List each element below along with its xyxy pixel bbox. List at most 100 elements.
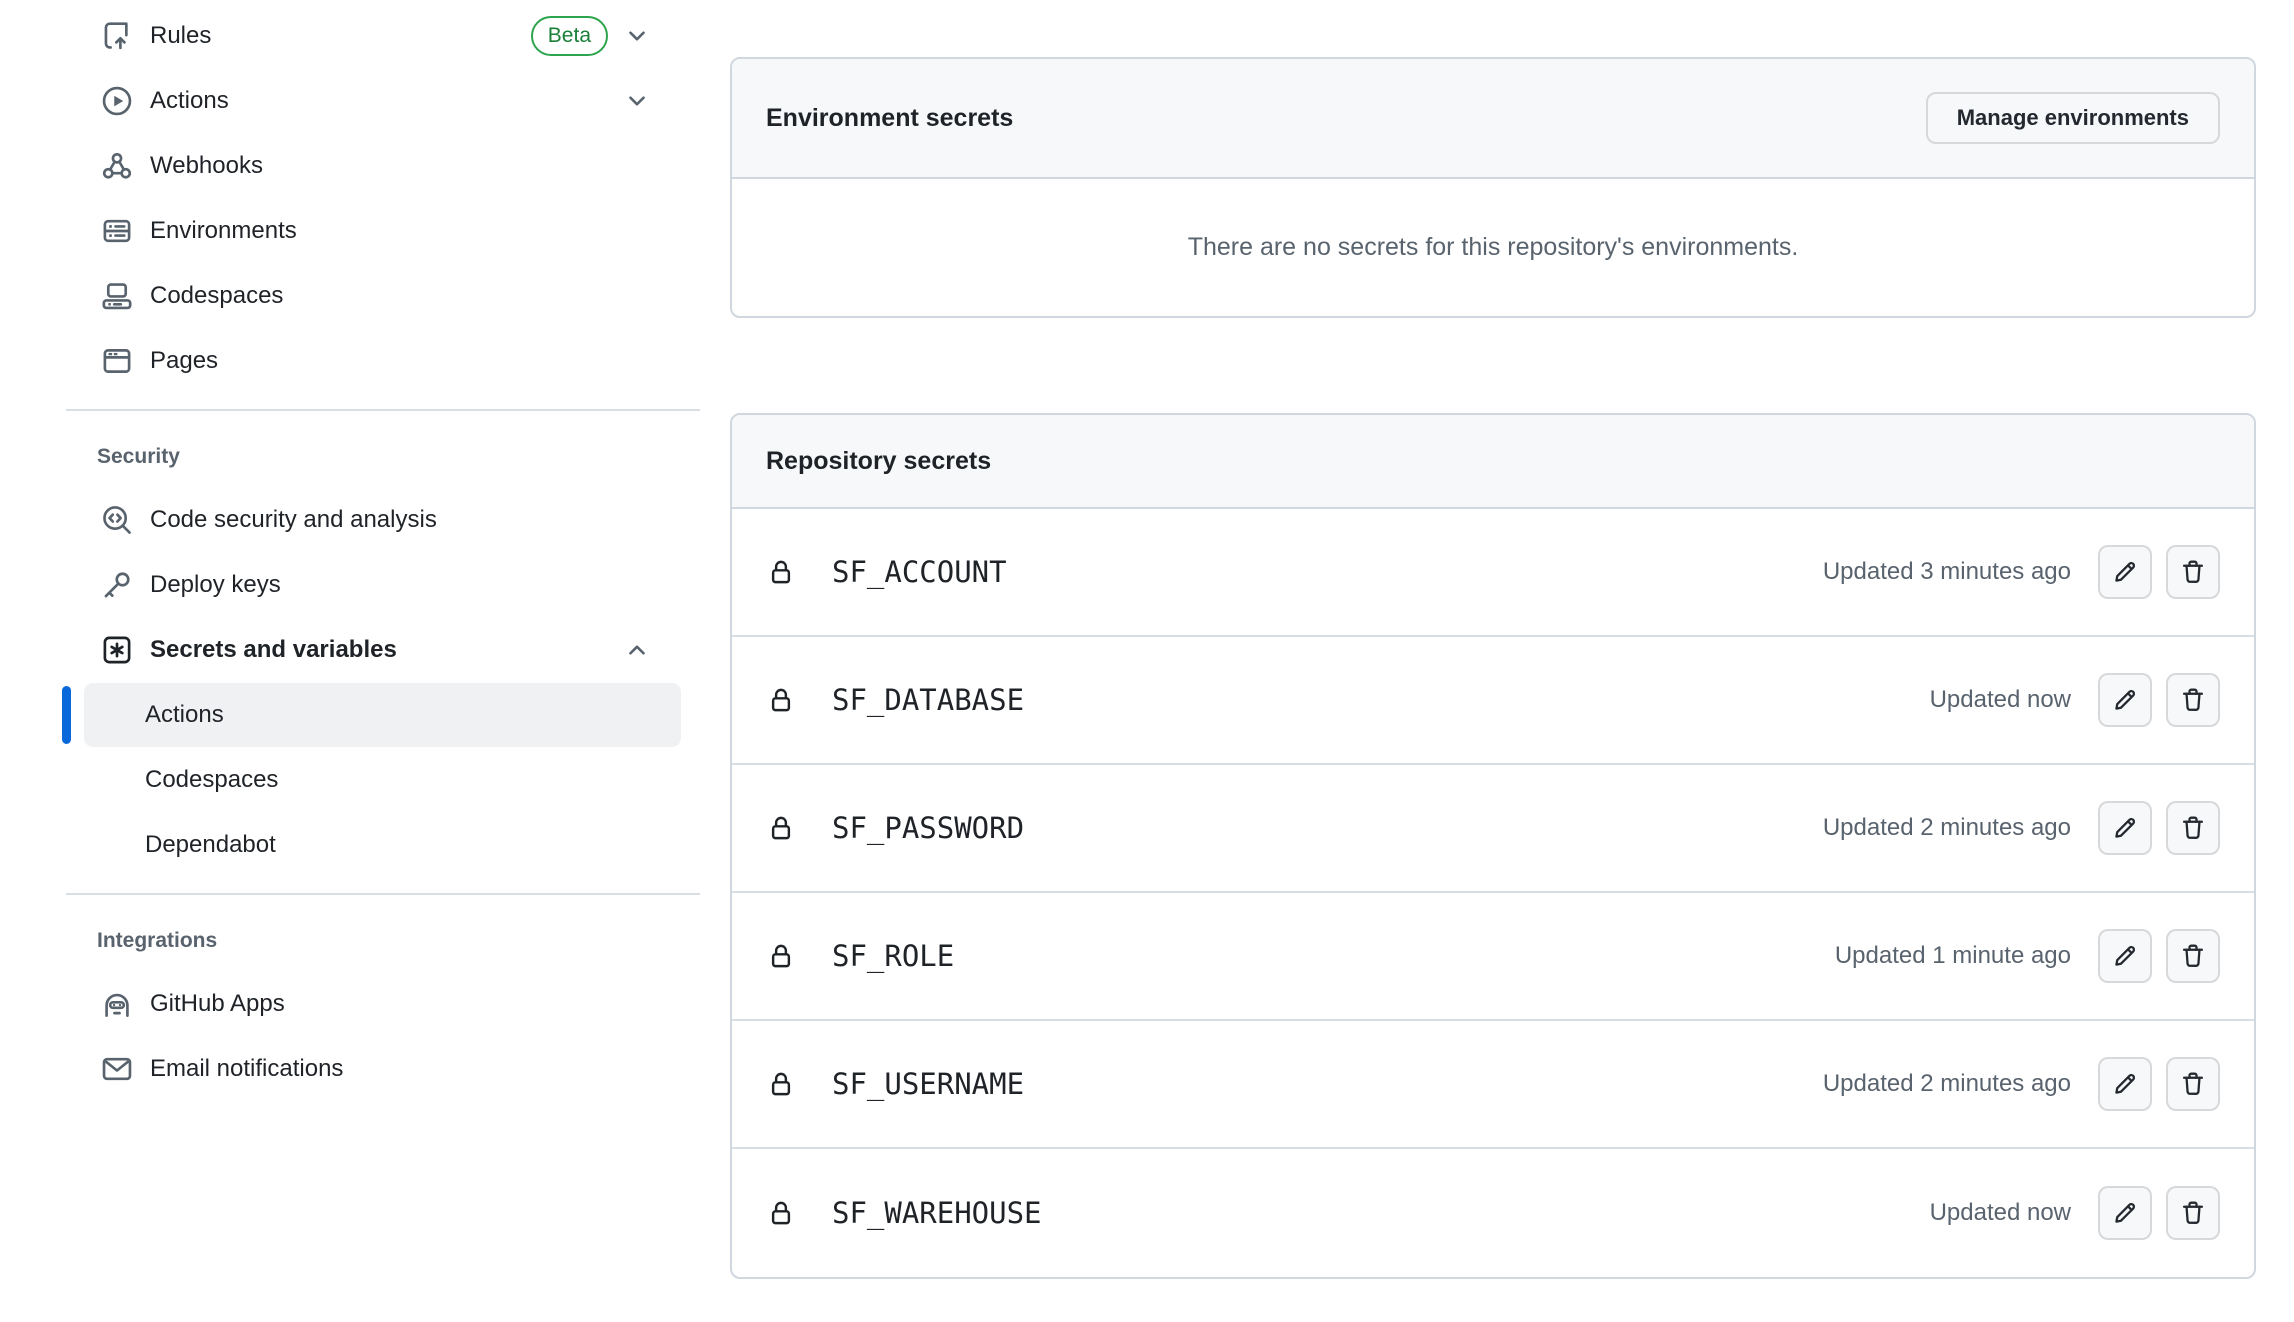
sidebar-item-actions[interactable]: Actions — [0, 68, 700, 133]
lock-icon — [766, 684, 796, 716]
secret-name: SF_DATABASE — [832, 683, 1024, 717]
lock-icon — [766, 556, 796, 588]
secret-updated: Updated 2 minutes ago — [1823, 1070, 2071, 1098]
sidebar-item-webhooks[interactable]: Webhooks — [0, 133, 700, 198]
sidebar-item-deploy-keys[interactable]: Deploy keys — [0, 552, 700, 617]
delete-secret-button[interactable] — [2166, 545, 2220, 599]
sidebar-subitem-dependabot[interactable]: Dependabot — [84, 813, 681, 877]
pencil-icon — [2111, 814, 2139, 842]
pencil-icon — [2111, 942, 2139, 970]
secret-updated: Updated now — [1930, 1199, 2071, 1227]
codespaces-icon — [100, 279, 134, 313]
trash-icon — [2179, 1199, 2207, 1227]
sidebar-divider — [66, 893, 700, 895]
sidebar-item-code-security[interactable]: Code security and analysis — [0, 487, 700, 552]
code-scan-icon — [100, 503, 134, 537]
trash-icon — [2179, 814, 2207, 842]
sidebar-item-label: Pages — [150, 347, 218, 375]
sidebar-item-label: Email notifications — [150, 1055, 343, 1083]
secret-updated: Updated now — [1930, 686, 2071, 714]
delete-secret-button[interactable] — [2166, 673, 2220, 727]
secret-name: SF_WAREHOUSE — [832, 1196, 1042, 1230]
sidebar-item-email-notifications[interactable]: Email notifications — [0, 1036, 700, 1101]
repository-secrets-header: Repository secrets — [732, 415, 2254, 509]
hubot-icon — [100, 987, 134, 1021]
manage-environments-button[interactable]: Manage environments — [1926, 92, 2220, 144]
secret-row: SF_WAREHOUSE Updated now — [732, 1149, 2254, 1277]
browser-icon — [100, 344, 134, 378]
trash-icon — [2179, 942, 2207, 970]
server-icon — [100, 214, 134, 248]
mail-icon — [100, 1052, 134, 1086]
sidebar-item-label: Codespaces — [150, 282, 283, 310]
sidebar-item-secrets-variables[interactable]: Secrets and variables — [0, 617, 700, 682]
pencil-icon — [2111, 686, 2139, 714]
sidebar-item-github-apps[interactable]: GitHub Apps — [0, 971, 700, 1036]
edit-secret-button[interactable] — [2098, 1186, 2152, 1240]
play-icon — [100, 84, 134, 118]
sidebar-item-label: Rules — [150, 22, 211, 50]
rules-icon — [100, 19, 134, 53]
sidebar-item-label: Secrets and variables — [150, 636, 397, 664]
lock-icon — [766, 1197, 796, 1229]
trash-icon — [2179, 686, 2207, 714]
lock-icon — [766, 812, 796, 844]
beta-badge: Beta — [531, 16, 608, 56]
edit-secret-button[interactable] — [2098, 545, 2152, 599]
settings-main: Environment secrets Manage environments … — [730, 57, 2256, 1279]
secret-row: SF_USERNAME Updated 2 minutes ago — [732, 1021, 2254, 1149]
key-asterisk-icon — [100, 633, 134, 667]
edit-secret-button[interactable] — [2098, 801, 2152, 855]
trash-icon — [2179, 558, 2207, 586]
secret-name: SF_ACCOUNT — [832, 555, 1007, 589]
environment-secrets-header: Environment secrets Manage environments — [732, 59, 2254, 179]
sidebar-item-codespaces[interactable]: Codespaces — [0, 263, 700, 328]
sidebar-item-label: Actions — [150, 87, 229, 115]
chevron-down-icon — [624, 88, 650, 114]
sidebar-item-label: GitHub Apps — [150, 990, 285, 1018]
sidebar-subitem-label: Actions — [145, 701, 224, 729]
sidebar-subitem-label: Codespaces — [145, 766, 278, 794]
delete-secret-button[interactable] — [2166, 929, 2220, 983]
delete-secret-button[interactable] — [2166, 1057, 2220, 1111]
sidebar-divider — [66, 409, 700, 411]
edit-secret-button[interactable] — [2098, 929, 2152, 983]
secret-row: SF_ACCOUNT Updated 3 minutes ago — [732, 509, 2254, 637]
sidebar-section-security: Security — [0, 427, 700, 487]
sidebar-item-label: Environments — [150, 217, 297, 245]
sidebar-subitem-codespaces[interactable]: Codespaces — [84, 748, 681, 812]
secret-row: SF_DATABASE Updated now — [732, 637, 2254, 765]
pencil-icon — [2111, 1199, 2139, 1227]
secret-name: SF_ROLE — [832, 939, 954, 973]
pencil-icon — [2111, 1070, 2139, 1098]
chevron-down-icon — [624, 23, 650, 49]
repository-secrets-panel: Repository secrets SF_ACCOUNT Updated 3 … — [730, 413, 2256, 1279]
environment-secrets-panel: Environment secrets Manage environments … — [730, 57, 2256, 318]
trash-icon — [2179, 1070, 2207, 1098]
pencil-icon — [2111, 558, 2139, 586]
secret-row: SF_ROLE Updated 1 minute ago — [732, 893, 2254, 1021]
delete-secret-button[interactable] — [2166, 801, 2220, 855]
secret-updated: Updated 3 minutes ago — [1823, 558, 2071, 586]
settings-sidebar: Rules Beta Actions Webhooks — [0, 0, 700, 1101]
sidebar-item-label: Code security and analysis — [150, 506, 437, 534]
edit-secret-button[interactable] — [2098, 673, 2152, 727]
secret-name: SF_USERNAME — [832, 1067, 1024, 1101]
secret-row: SF_PASSWORD Updated 2 minutes ago — [732, 765, 2254, 893]
sidebar-item-label: Deploy keys — [150, 571, 281, 599]
sidebar-item-environments[interactable]: Environments — [0, 198, 700, 263]
key-icon — [100, 568, 134, 602]
sidebar-subitem-label: Dependabot — [145, 831, 276, 859]
secret-updated: Updated 1 minute ago — [1835, 942, 2071, 970]
edit-secret-button[interactable] — [2098, 1057, 2152, 1111]
delete-secret-button[interactable] — [2166, 1186, 2220, 1240]
lock-icon — [766, 1068, 796, 1100]
sidebar-item-pages[interactable]: Pages — [0, 328, 700, 393]
repository-secrets-title: Repository secrets — [766, 447, 991, 476]
sidebar-item-label: Webhooks — [150, 152, 263, 180]
no-environment-secrets-message: There are no secrets for this repository… — [1188, 233, 1799, 262]
environment-secrets-title: Environment secrets — [766, 104, 1013, 133]
sidebar-item-rules[interactable]: Rules Beta — [0, 3, 700, 68]
secret-updated: Updated 2 minutes ago — [1823, 814, 2071, 842]
sidebar-subitem-actions[interactable]: Actions — [84, 683, 681, 747]
